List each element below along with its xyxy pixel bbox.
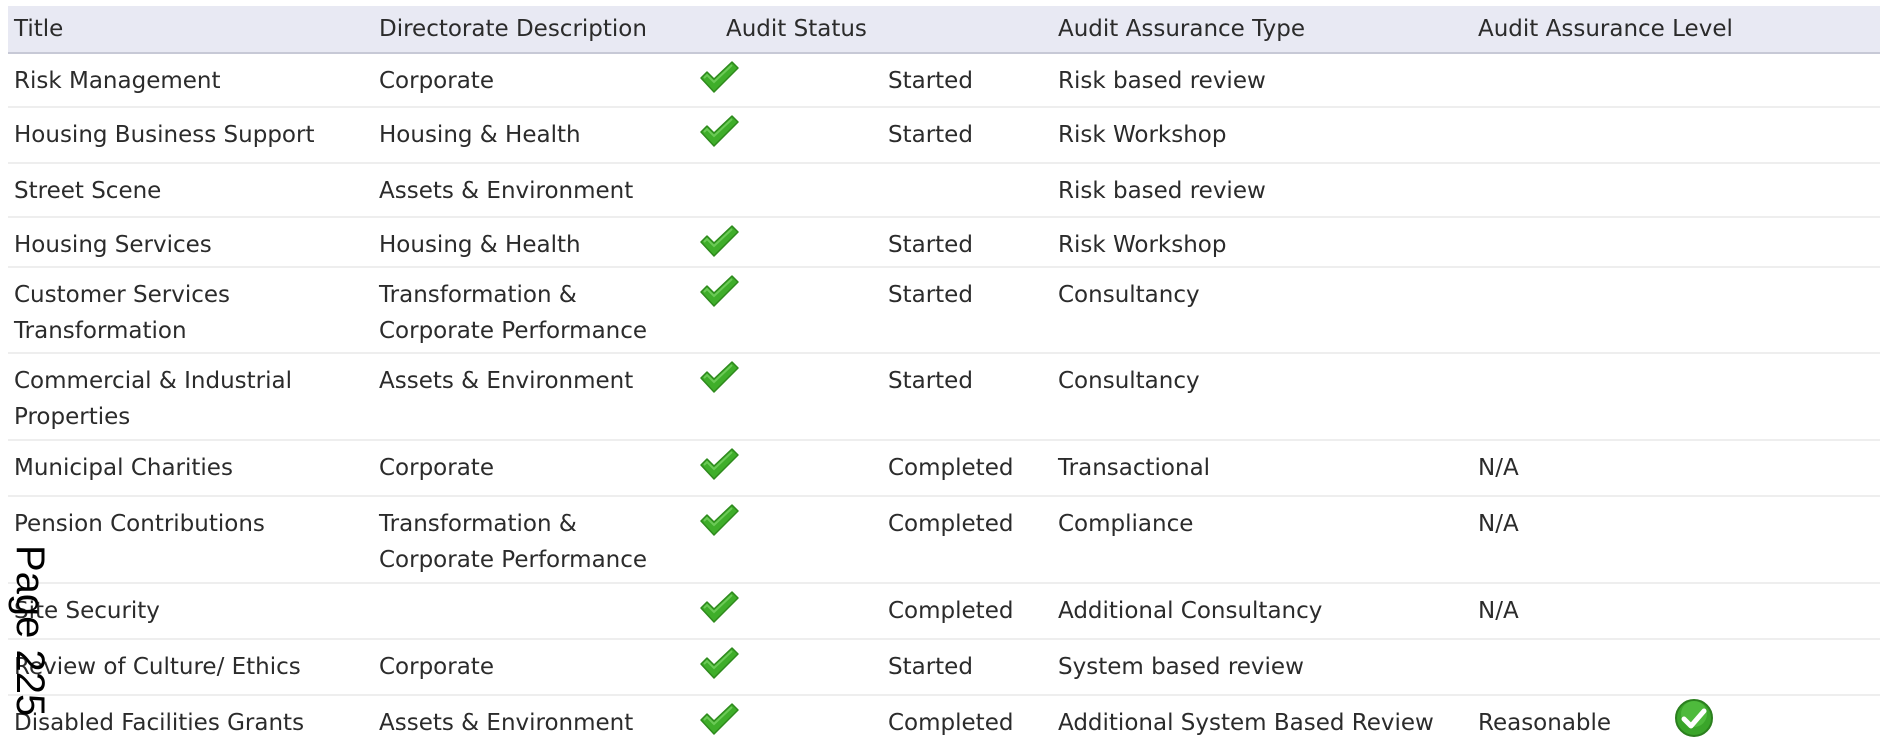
row-title: Commercial & Industrial Properties	[14, 368, 292, 430]
row-directorate: Corporate	[379, 654, 494, 680]
table-row[interactable]: Site Security Completed Additional Consult…	[8, 584, 1880, 640]
row-title: Municipal Charities	[14, 455, 233, 481]
row-level: N/A	[1478, 598, 1519, 624]
table-row[interactable]: Risk Management Corporate Started Risk base…	[8, 54, 1880, 108]
status-check	[698, 591, 748, 624]
checkmark-icon	[700, 115, 739, 147]
table-row[interactable]: Housing Services Housing & Health Started R…	[8, 218, 1880, 268]
row-type: System based review	[1058, 654, 1304, 680]
row-status: Started	[888, 654, 973, 680]
checkmark-icon	[700, 504, 739, 536]
table-row[interactable]: Housing Business Support Housing & Health…	[8, 108, 1880, 164]
checkmark-icon	[700, 61, 739, 93]
checkmark-icon	[700, 703, 739, 735]
row-status: Completed	[888, 598, 1014, 624]
row-type: Consultancy	[1058, 368, 1200, 394]
table-row[interactable]: Disabled Facilities Grants Assets & Envir…	[8, 696, 1880, 737]
row-status: Started	[888, 368, 973, 394]
row-status: Started	[888, 122, 973, 148]
table-header: Title Directorate Description Audit Stat…	[8, 6, 1880, 54]
row-title: Site Security	[14, 598, 160, 624]
row-level: Reasonable	[1478, 710, 1612, 736]
row-status: Completed	[888, 511, 1014, 537]
table-row[interactable]: Municipal Charities Corporate Completed Tra…	[8, 441, 1880, 497]
page-number: Page 225	[8, 545, 52, 717]
audit-table: Title Directorate Description Audit Stat…	[8, 6, 1880, 737]
checkmark-icon	[700, 591, 739, 623]
row-title: Disabled Facilities Grants	[14, 710, 305, 736]
row-status: Started	[888, 282, 973, 308]
header-status[interactable]: Audit Status	[726, 6, 867, 52]
row-level: N/A	[1478, 455, 1519, 481]
status-check	[698, 448, 748, 481]
row-directorate: Corporate	[379, 68, 494, 94]
row-type: Transactional	[1058, 455, 1211, 481]
row-directorate: Housing & Health	[379, 232, 581, 258]
header-type[interactable]: Audit Assurance Type	[1058, 6, 1478, 52]
row-type: Compliance	[1058, 511, 1194, 537]
row-directorate: Corporate	[379, 455, 494, 481]
row-title: Housing Services	[14, 232, 212, 258]
header-directorate[interactable]: Directorate Description	[379, 6, 679, 52]
status-check	[698, 275, 748, 308]
row-directorate: Assets & Environment	[379, 178, 634, 204]
header-level[interactable]: Audit Assurance Level	[1478, 6, 1858, 52]
checkmark-icon	[700, 225, 739, 257]
row-directorate: Assets & Environment	[379, 710, 634, 736]
row-type: Risk Workshop	[1058, 122, 1227, 148]
row-type: Additional Consultancy	[1058, 598, 1323, 624]
table-row[interactable]: Commercial & Industrial Properties Assets…	[8, 354, 1880, 441]
row-status: Started	[888, 68, 973, 94]
status-check	[698, 703, 748, 736]
row-status: Completed	[888, 455, 1014, 481]
header-title[interactable]: Title	[14, 6, 364, 52]
table-body: Risk Management Corporate Started Risk base…	[8, 54, 1880, 737]
checkmark-icon	[700, 647, 739, 679]
row-type: Additional System Based Review	[1058, 710, 1434, 736]
checkmark-icon	[700, 275, 739, 307]
row-directorate: Transformation & Corporate Performance	[379, 282, 648, 344]
row-status: Started	[888, 232, 973, 258]
row-directorate: Transformation & Corporate Performance	[379, 511, 648, 573]
row-type: Risk based review	[1058, 178, 1266, 204]
row-level: N/A	[1478, 511, 1519, 537]
status-check	[698, 647, 748, 680]
row-title: Street Scene	[14, 178, 162, 204]
row-directorate: Housing & Health	[379, 122, 581, 148]
row-directorate: Assets & Environment	[379, 368, 634, 394]
row-title: Housing Business Support	[14, 122, 315, 148]
status-check	[698, 61, 748, 94]
status-check	[698, 504, 748, 537]
row-title: Review of Culture/ Ethics	[14, 654, 301, 680]
table-row[interactable]: Review of Culture/ Ethics Corporate Starte…	[8, 640, 1880, 696]
table-row[interactable]: Pension Contributions Transformation & Co…	[8, 497, 1880, 584]
row-status: Completed	[888, 710, 1014, 736]
row-type: Consultancy	[1058, 282, 1200, 308]
row-type: Risk Workshop	[1058, 232, 1227, 258]
status-check	[698, 361, 748, 394]
status-check	[698, 225, 748, 258]
table-row[interactable]: Customer Services Transformation Transfor…	[8, 268, 1880, 354]
row-title: Pension Contributions	[14, 511, 265, 537]
status-check	[698, 115, 748, 148]
row-title: Customer Services Transformation	[14, 282, 231, 344]
row-title: Risk Management	[14, 68, 221, 94]
checkmark-icon	[700, 361, 739, 393]
round-check-icon	[1675, 699, 1713, 737]
row-type: Risk based review	[1058, 68, 1266, 94]
checkmark-icon	[700, 448, 739, 480]
table-row[interactable]: Street Scene Assets & Environment Risk bas…	[8, 164, 1880, 218]
